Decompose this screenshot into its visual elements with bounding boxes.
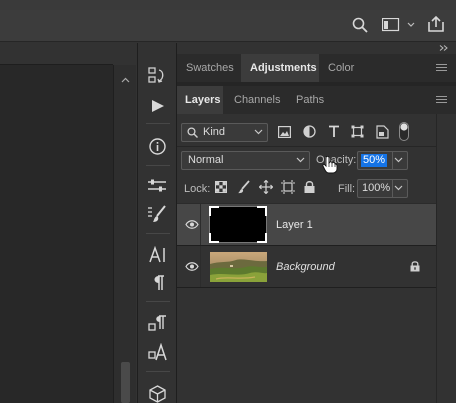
tools-divider bbox=[146, 233, 170, 234]
tab-layers[interactable]: Layers bbox=[185, 86, 220, 114]
chevron-down-icon[interactable] bbox=[407, 22, 415, 28]
row-divider bbox=[200, 204, 201, 245]
character-styles-icon[interactable] bbox=[148, 343, 168, 361]
lock-all-icon[interactable] bbox=[304, 180, 315, 193]
title-bar bbox=[0, 0, 456, 10]
filter-toggle-switch[interactable] bbox=[399, 122, 409, 141]
layers-panel-menu-icon[interactable] bbox=[436, 96, 447, 105]
layer-thumbnail-background[interactable] bbox=[210, 252, 267, 282]
filter-adjustment-layers-icon[interactable] bbox=[303, 125, 316, 138]
filter-smart-objects-icon[interactable] bbox=[376, 125, 389, 139]
fill-label: Fill: bbox=[338, 183, 356, 195]
lock-label: Lock: bbox=[184, 183, 211, 195]
chevron-down-icon bbox=[254, 127, 263, 136]
lock-position-icon[interactable] bbox=[259, 180, 273, 194]
layer-row-background[interactable]: Background bbox=[177, 246, 436, 287]
layer-name[interactable]: Layer 1 bbox=[276, 219, 313, 231]
layer-row-layer-1[interactable]: Layer 1 bbox=[177, 204, 436, 245]
search-icon bbox=[187, 127, 198, 138]
history-play-icon[interactable] bbox=[148, 67, 166, 85]
chevron-down-icon[interactable] bbox=[394, 155, 403, 164]
paragraph-icon[interactable] bbox=[151, 275, 165, 291]
3d-icon[interactable] bbox=[149, 385, 166, 403]
tools-divider bbox=[146, 165, 170, 166]
adjustments-icon[interactable] bbox=[147, 178, 167, 194]
document-canvas[interactable] bbox=[0, 43, 113, 403]
fill-value[interactable]: 100% bbox=[362, 182, 390, 194]
workspace-icon[interactable] bbox=[382, 18, 400, 32]
lock-artboard-icon[interactable] bbox=[281, 180, 295, 194]
panel-divider bbox=[177, 146, 436, 147]
eye-visibility-icon[interactable] bbox=[185, 220, 199, 229]
tools-divider bbox=[146, 301, 170, 302]
scroll-up-icon[interactable] bbox=[121, 77, 130, 83]
tab-adjustments[interactable]: Adjustments bbox=[250, 54, 317, 82]
layer-filter-label: Kind bbox=[203, 126, 226, 138]
tools-divider bbox=[146, 371, 170, 372]
options-bar bbox=[0, 10, 456, 42]
layer-filter-kind-dropdown[interactable]: Kind bbox=[181, 123, 268, 142]
panel-menu-icon[interactable] bbox=[436, 64, 447, 73]
lock-image-pixels-icon[interactable] bbox=[237, 180, 250, 194]
share-icon[interactable] bbox=[427, 15, 445, 33]
blend-mode-value: Normal bbox=[188, 154, 224, 166]
fill-field[interactable]: 100% bbox=[357, 179, 408, 198]
lock-transparent-pixels-icon[interactable] bbox=[215, 181, 227, 193]
field-divider bbox=[392, 180, 393, 197]
blend-mode-dropdown[interactable]: Normal bbox=[181, 151, 310, 170]
info-icon[interactable] bbox=[149, 138, 166, 155]
layer-thumbnail-layer-1[interactable] bbox=[209, 206, 267, 243]
play-icon[interactable] bbox=[151, 99, 165, 113]
chevron-down-icon[interactable] bbox=[394, 183, 403, 192]
tab-color[interactable]: Color bbox=[328, 54, 354, 82]
scrollbar-thumb[interactable] bbox=[121, 362, 130, 403]
tab-paths[interactable]: Paths bbox=[296, 86, 324, 114]
expand-panels-icon[interactable] bbox=[439, 45, 448, 51]
lock-icon bbox=[410, 260, 420, 272]
layer-name[interactable]: Background bbox=[276, 261, 335, 273]
brushes-icon[interactable] bbox=[147, 205, 167, 223]
chevron-down-icon bbox=[296, 155, 305, 164]
opacity-field[interactable]: 50% bbox=[357, 151, 408, 170]
eye-visibility-icon[interactable] bbox=[185, 262, 199, 271]
paragraph-styles-icon[interactable] bbox=[148, 315, 168, 333]
hand-cursor-icon bbox=[322, 155, 338, 174]
search-icon[interactable] bbox=[352, 17, 368, 33]
character-icon[interactable] bbox=[149, 246, 167, 264]
document-tab-strip bbox=[0, 43, 113, 65]
row-divider bbox=[200, 246, 201, 287]
panel-icons-column bbox=[137, 43, 177, 403]
tab-channels[interactable]: Channels bbox=[234, 86, 280, 114]
layers-empty-area bbox=[177, 288, 436, 403]
opacity-value[interactable]: 50% bbox=[361, 154, 388, 167]
filter-shape-layers-icon[interactable] bbox=[351, 125, 364, 138]
tools-divider bbox=[146, 123, 170, 124]
filter-type-layers-icon[interactable] bbox=[328, 125, 340, 138]
vertical-scrollbar[interactable] bbox=[113, 65, 136, 403]
field-divider bbox=[392, 152, 393, 169]
panel-scroll-gutter[interactable] bbox=[436, 114, 456, 403]
filter-pixel-layers-icon[interactable] bbox=[278, 126, 291, 138]
tab-swatches[interactable]: Swatches bbox=[186, 54, 234, 82]
